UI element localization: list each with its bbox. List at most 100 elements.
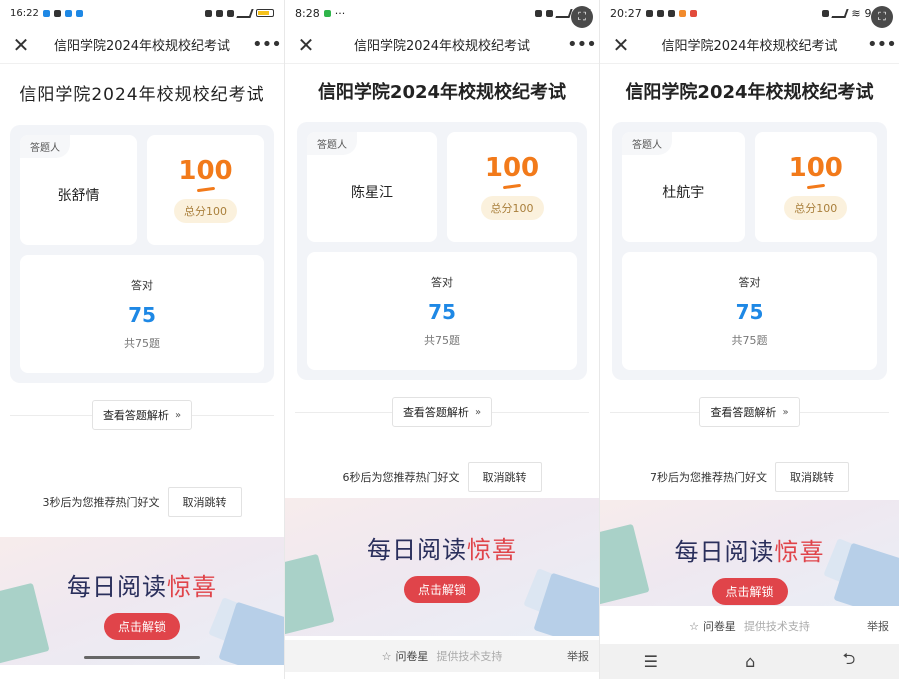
view-analysis-button[interactable]: 查看答题解析 » bbox=[91, 400, 193, 430]
page-title: 信阳学院2024年校规校纪考试 bbox=[317, 82, 567, 103]
score-underline bbox=[196, 186, 215, 192]
score-value: 100 bbox=[788, 152, 843, 183]
redirect-row: 7秒后为您推荐热门好文 取消跳转 bbox=[600, 462, 899, 492]
score-underline bbox=[806, 183, 825, 189]
respondent-card: 答题人 陈星江 bbox=[307, 132, 437, 242]
cancel-redirect-button[interactable]: 取消跳转 bbox=[467, 462, 542, 492]
page-title: 信阳学院2024年校规校纪考试 bbox=[625, 82, 874, 103]
signal-icon bbox=[831, 8, 849, 18]
banner-title-main: 每日阅读 bbox=[674, 538, 775, 566]
moon-icon bbox=[227, 9, 234, 17]
app-notification-icon bbox=[75, 9, 83, 17]
banner-title: 每日阅读惊喜 bbox=[600, 532, 899, 567]
result-card: 答题人 陈星江 100 总分100 答对 75 共75题 bbox=[297, 122, 587, 380]
footer: ☆ 问卷星 提供技术支持 举报 bbox=[285, 640, 599, 672]
home-indicator[interactable] bbox=[84, 656, 200, 659]
close-icon[interactable]: ✕ bbox=[10, 35, 32, 55]
reading-banner[interactable]: 每日阅读惊喜 点击解锁 bbox=[0, 537, 284, 665]
status-time: 16:22 bbox=[10, 7, 39, 19]
app-notification-icon bbox=[323, 9, 331, 17]
app-notification-icon bbox=[656, 9, 664, 17]
total-score-badge: 总分100 bbox=[480, 195, 544, 220]
respondent-name: 张舒情 bbox=[57, 188, 100, 204]
phone-screen-3: 20:27 ≋ 94% ⛶ ✕ 信阳学院2024年校规校纪考试 ••• 信阳学院… bbox=[600, 0, 899, 679]
view-analysis-button[interactable]: 查看答题解析 » bbox=[391, 397, 493, 427]
footer: ☆ 问卷星 提供技术支持 举报 bbox=[600, 610, 899, 642]
unlock-button[interactable]: 点击解锁 bbox=[403, 576, 481, 603]
report-link[interactable]: 举报 bbox=[567, 648, 589, 664]
total-score-badge: 总分100 bbox=[784, 195, 848, 220]
screenshot-float-icon[interactable]: ⛶ bbox=[571, 6, 593, 28]
back-key-icon[interactable]: ⮌ bbox=[843, 648, 856, 675]
cancel-redirect-button[interactable]: 取消跳转 bbox=[775, 462, 849, 492]
status-bar: 8:28 ··· bbox=[285, 0, 599, 26]
nav-title: 信阳学院2024年校规校纪考试 bbox=[53, 39, 231, 54]
score-card: 100 总分100 bbox=[147, 135, 264, 245]
correct-card: 答对 75 共75题 bbox=[622, 252, 877, 370]
view-analysis-label: 查看答题解析 bbox=[402, 406, 469, 419]
footer-brand[interactable]: 问卷星 bbox=[703, 618, 736, 634]
respondent-card: 答题人 杜航宇 bbox=[622, 132, 745, 242]
banner-title: 每日阅读惊喜 bbox=[0, 567, 284, 602]
page-title: 信阳学院2024年校规校纪考试 bbox=[19, 85, 265, 105]
view-analysis-button[interactable]: 查看答题解析 » bbox=[699, 397, 800, 427]
screenshot-float-icon[interactable]: ⛶ bbox=[871, 6, 893, 28]
reading-banner[interactable]: 每日阅读惊喜 点击解锁 bbox=[285, 498, 599, 636]
app-notification-icon bbox=[689, 9, 697, 17]
question-total: 共75题 bbox=[424, 334, 460, 347]
book-illustration bbox=[285, 553, 335, 636]
correct-label: 答对 bbox=[431, 276, 453, 289]
result-card: 答题人 杜航宇 100 总分100 答对 75 共75题 bbox=[612, 122, 887, 380]
banner-title-highlight: 惊喜 bbox=[167, 573, 217, 601]
close-icon[interactable]: ✕ bbox=[610, 35, 632, 55]
status-bar: 20:27 ≋ 94% bbox=[600, 0, 899, 26]
more-icon[interactable]: ••• bbox=[567, 35, 597, 54]
chevron-down-icon: » bbox=[782, 406, 789, 418]
nav-bar: ✕ 信阳学院2024年校规校纪考试 ••• bbox=[0, 26, 284, 64]
app-notification-icon bbox=[64, 9, 72, 17]
close-icon[interactable]: ✕ bbox=[295, 35, 317, 55]
redirect-countdown: 3秒后为您推荐热门好文 bbox=[42, 496, 160, 509]
view-analysis-label: 查看答题解析 bbox=[710, 406, 777, 419]
app-notification-icon bbox=[645, 9, 653, 17]
total-score-badge: 总分100 bbox=[174, 198, 237, 223]
cancel-redirect-button[interactable]: 取消跳转 bbox=[167, 487, 242, 517]
alarm-icon bbox=[535, 9, 542, 17]
unlock-button[interactable]: 点击解锁 bbox=[103, 613, 181, 640]
home-key-icon[interactable]: ⌂ bbox=[745, 652, 755, 671]
vibrate-icon bbox=[822, 9, 830, 17]
bluetooth-icon bbox=[216, 9, 223, 17]
more-icon[interactable]: ••• bbox=[252, 35, 282, 54]
banner-title-main: 每日阅读 bbox=[367, 536, 467, 564]
view-analysis-label: 查看答题解析 bbox=[102, 409, 169, 422]
score-value: 100 bbox=[178, 155, 233, 186]
report-link[interactable]: 举报 bbox=[867, 618, 889, 634]
score-card: 100 总分100 bbox=[447, 132, 577, 242]
unlock-button[interactable]: 点击解锁 bbox=[711, 578, 788, 605]
redirect-row: 3秒后为您推荐热门好文 取消跳转 bbox=[0, 487, 284, 517]
correct-label: 答对 bbox=[131, 279, 153, 292]
more-notifications-icon: ··· bbox=[334, 6, 346, 20]
respondent-tag: 答题人 bbox=[20, 135, 70, 158]
banner-title: 每日阅读惊喜 bbox=[285, 530, 599, 565]
respondent-tag: 答题人 bbox=[622, 132, 672, 155]
correct-count: 75 bbox=[428, 300, 456, 324]
status-time: 20:27 bbox=[610, 6, 642, 20]
nfc-icon bbox=[205, 9, 212, 17]
redirect-countdown: 7秒后为您推荐热门好文 bbox=[650, 471, 767, 484]
correct-label: 答对 bbox=[738, 276, 761, 289]
app-notification-icon bbox=[667, 9, 675, 17]
footer-brand[interactable]: 问卷星 bbox=[395, 648, 428, 664]
reading-banner[interactable]: 每日阅读惊喜 点击解锁 bbox=[600, 500, 899, 606]
screenshot-collage: 16:22 ✕ 信阳学院2024年校规校纪考试 ••• 信阳学院2024年校规校… bbox=[0, 0, 899, 679]
score-value: 100 bbox=[484, 152, 540, 183]
battery-icon bbox=[256, 9, 274, 17]
nav-title: 信阳学院2024年校规校纪考试 bbox=[353, 39, 531, 54]
phone-screen-2: 8:28 ··· ⛶ ✕ 信阳学院2024年校规校纪考试 ••• 信阳学院202… bbox=[285, 0, 600, 679]
correct-count: 75 bbox=[735, 300, 764, 324]
menu-key-icon[interactable]: ☰ bbox=[644, 652, 658, 671]
more-icon[interactable]: ••• bbox=[867, 35, 897, 54]
chat-notification-icon bbox=[53, 9, 61, 17]
banner-title-main: 每日阅读 bbox=[67, 573, 167, 601]
chevron-down-icon: » bbox=[474, 406, 482, 418]
